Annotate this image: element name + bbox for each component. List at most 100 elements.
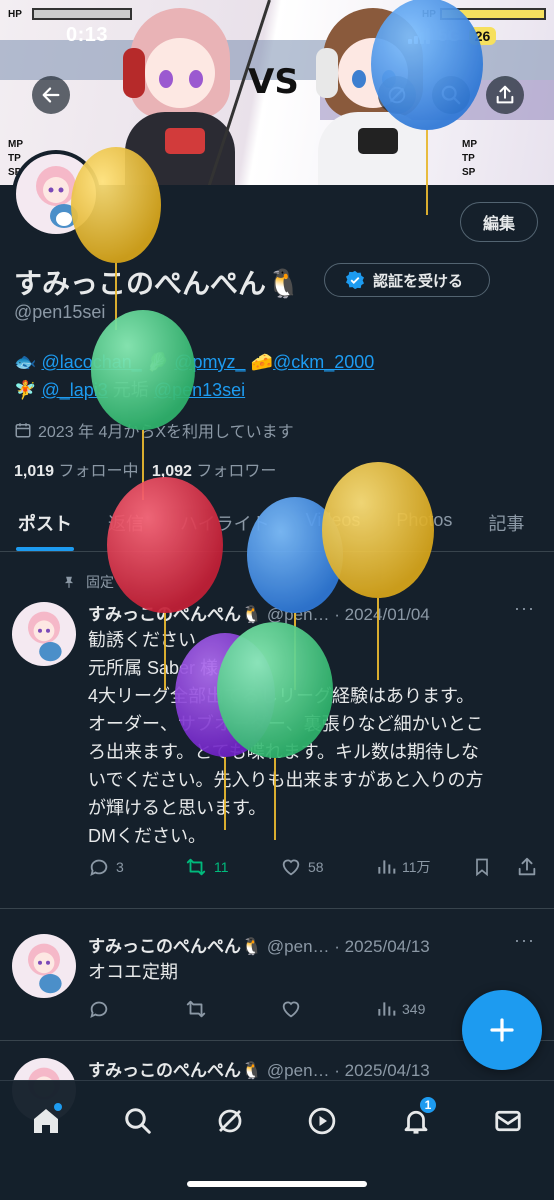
status-network: 5G 26: [408, 26, 497, 46]
nav-notifications[interactable]: 1: [394, 1095, 438, 1143]
heart-icon: [282, 1001, 300, 1018]
post-text: オコエ定期: [88, 962, 178, 982]
views-icon: [378, 860, 396, 874]
views-button[interactable]: 349: [376, 998, 425, 1020]
profile-avatar[interactable]: [12, 150, 100, 238]
notifications-badge: 1: [418, 1095, 438, 1115]
nav-video[interactable]: [300, 1099, 344, 1143]
status-bar: 0:13 5G 26: [0, 22, 554, 52]
banner-vs-text: VS: [248, 62, 299, 102]
edit-profile-button[interactable]: 編集: [460, 202, 538, 242]
back-button[interactable]: [32, 76, 70, 114]
reply-button[interactable]: 3: [88, 856, 124, 878]
nav-grok[interactable]: [208, 1099, 252, 1143]
tab-highlights[interactable]: ハイライト: [162, 500, 288, 551]
cheese-emoji: 🧀: [250, 352, 273, 372]
tab-videos[interactable]: Videos: [288, 500, 379, 551]
post-date: · 2024/01/04: [334, 605, 430, 624]
nav-search[interactable]: [116, 1099, 160, 1143]
nav-home[interactable]: [24, 1099, 68, 1143]
views-button[interactable]: 11万: [376, 856, 431, 878]
bookmark-button[interactable]: [472, 856, 492, 878]
bookmark-icon: [476, 858, 488, 877]
pinned-label: 固定: [62, 572, 114, 592]
repost-button[interactable]: 11: [184, 856, 229, 878]
pin-icon: [64, 576, 74, 588]
repost-icon: [186, 1000, 206, 1018]
banner-right-stats: HP MP TP SP: [422, 9, 477, 178]
bio-link-pmyz[interactable]: @pmyz_: [174, 352, 245, 372]
tab-replies[interactable]: 返信: [90, 500, 162, 551]
signal-icon: [408, 28, 430, 44]
like-button[interactable]: 58: [280, 856, 324, 878]
grok-button[interactable]: [378, 76, 416, 114]
following-link[interactable]: 1,019 フォロー中: [14, 463, 139, 480]
post-handle: @pen…: [266, 937, 330, 956]
fairy-emoji: 🧚: [14, 380, 37, 400]
followers-link[interactable]: 1,092 フォロワー: [152, 463, 277, 480]
home-unread-dot: [54, 1103, 62, 1111]
right-hp-bar: [440, 8, 546, 20]
avatar-illustration: [28, 943, 62, 994]
post-author: すみっこのぺんぺん🐧: [88, 605, 263, 624]
network-type: 5G: [438, 26, 461, 45]
avatar-illustration: [36, 166, 78, 228]
share-button[interactable]: [486, 76, 524, 114]
repost-button[interactable]: [184, 998, 208, 1020]
post-date: · 2025/04/13: [334, 1061, 430, 1080]
post-date: · 2025/04/13: [334, 937, 430, 956]
post-avatar[interactable]: [12, 934, 76, 998]
post-actions: 3 11 58 11万: [88, 856, 540, 882]
bottom-navigation: 1: [0, 1080, 554, 1200]
play-icon: [308, 1107, 336, 1135]
reply-icon: [90, 1001, 108, 1019]
plus-icon: [490, 1018, 514, 1042]
get-verified-button[interactable]: 認証を受ける: [324, 263, 490, 297]
post-text: 勧誘ください 元所属 Saber 様 4大リーグ全部出てるしリーグ経験はあります…: [88, 630, 484, 846]
mail-icon: [495, 1110, 521, 1132]
post-handle: @pen…: [266, 605, 330, 624]
joined-date: 2023 年 4月からXを利用しています: [14, 418, 294, 442]
tab-photos[interactable]: Photos: [378, 500, 470, 551]
avatar-illustration: [28, 611, 62, 662]
bio-link-lacochan[interactable]: @lacochan_: [41, 352, 141, 372]
reply-button[interactable]: [88, 998, 110, 1020]
bio-link-ckm[interactable]: @ckm_2000: [273, 352, 374, 372]
profile-bio: 🐟 @lacochan_ 🥬 @pmyz_ 🧀@ckm_2000 🧚 @_lap…: [14, 348, 534, 404]
search-icon: [125, 1108, 151, 1134]
tab-posts[interactable]: ポスト: [0, 500, 90, 551]
bio-link-lapi3[interactable]: @_lapi3: [41, 380, 107, 400]
nav-messages[interactable]: [486, 1099, 530, 1143]
post-share-button[interactable]: [516, 856, 538, 878]
post-avatar[interactable]: [12, 602, 76, 666]
profile-tabs: ポスト 返信 ハイライト Videos Photos 記事: [0, 500, 554, 552]
leaf-emoji: 🥬: [146, 352, 170, 372]
fish-emoji: 🐟: [14, 352, 37, 372]
repost-icon: [186, 858, 206, 876]
battery-icon: 26: [468, 27, 497, 45]
post-header[interactable]: すみっこのぺんぺん🐧 @pen… · 2024/01/04: [88, 600, 430, 625]
compose-post-button[interactable]: [462, 990, 542, 1070]
bio-line-1: 🐟 @lacochan_ 🥬 @pmyz_ 🧀@ckm_2000: [14, 348, 534, 376]
bio-link-pen13sei[interactable]: @pen13sei: [154, 380, 245, 400]
views-icon: [378, 1002, 396, 1016]
tab-articles[interactable]: 記事: [470, 500, 542, 551]
post-more-button[interactable]: ···: [514, 930, 535, 951]
verify-label: 認証を受ける: [373, 272, 464, 290]
calendar-icon: [15, 423, 31, 438]
bio-line-2: 🧚 @_lapi3 元垢 @pen13sei: [14, 376, 534, 404]
grok-icon: [388, 86, 406, 104]
profile-handle: @pen15sei: [14, 302, 106, 322]
heart-icon: [282, 859, 300, 876]
bio-old-account-label: 元垢: [112, 380, 149, 400]
post-header[interactable]: すみっこのぺんぺん🐧 @pen… · 2025/04/13: [88, 1056, 430, 1081]
search-button[interactable]: [432, 76, 470, 114]
post-handle: @pen…: [266, 1061, 330, 1080]
home-indicator: [187, 1181, 367, 1187]
post-header[interactable]: すみっこのぺんぺん🐧 @pen… · 2025/04/13: [88, 932, 430, 957]
post-more-button[interactable]: ···: [514, 598, 535, 619]
reply-icon: [90, 859, 108, 877]
follow-counts: 1,019 フォロー中 1,092 フォロワー: [14, 457, 276, 481]
like-button[interactable]: [280, 998, 302, 1020]
status-time: 0:13: [66, 24, 109, 46]
